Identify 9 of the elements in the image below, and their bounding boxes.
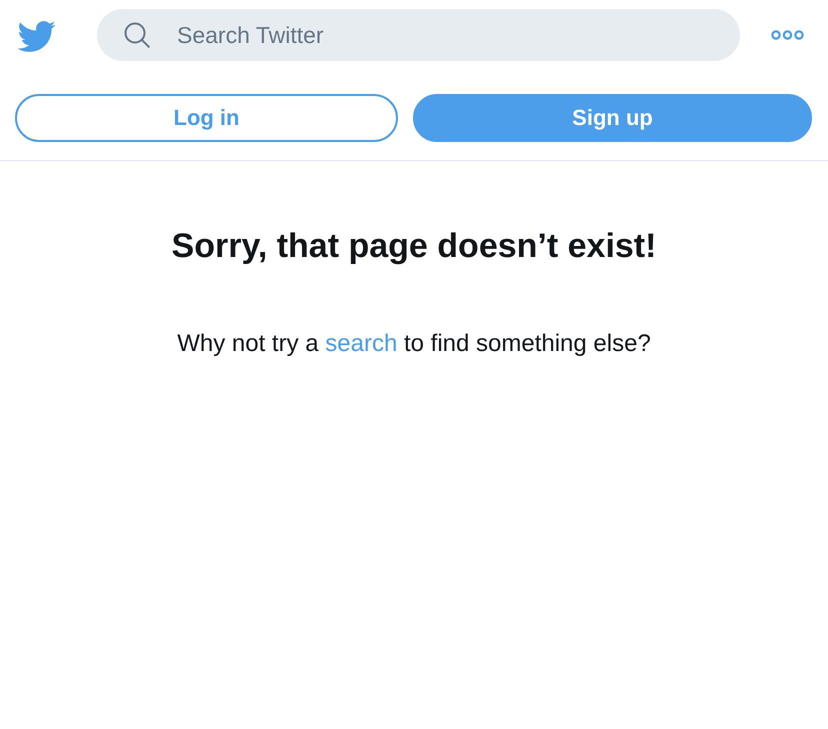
search-field[interactable]: Search Twitter xyxy=(97,9,740,61)
log-in-button[interactable]: Log in xyxy=(15,94,398,142)
error-heading: Sorry, that page doesn’t exist! xyxy=(172,226,656,267)
bird-icon[interactable] xyxy=(16,18,56,52)
more-icon[interactable] xyxy=(771,29,804,41)
search-icon xyxy=(124,22,150,48)
sign-up-button[interactable]: Sign up xyxy=(413,94,812,142)
search-link[interactable]: search xyxy=(325,330,398,357)
message-text: Why not try a search to find something else? xyxy=(177,329,651,359)
